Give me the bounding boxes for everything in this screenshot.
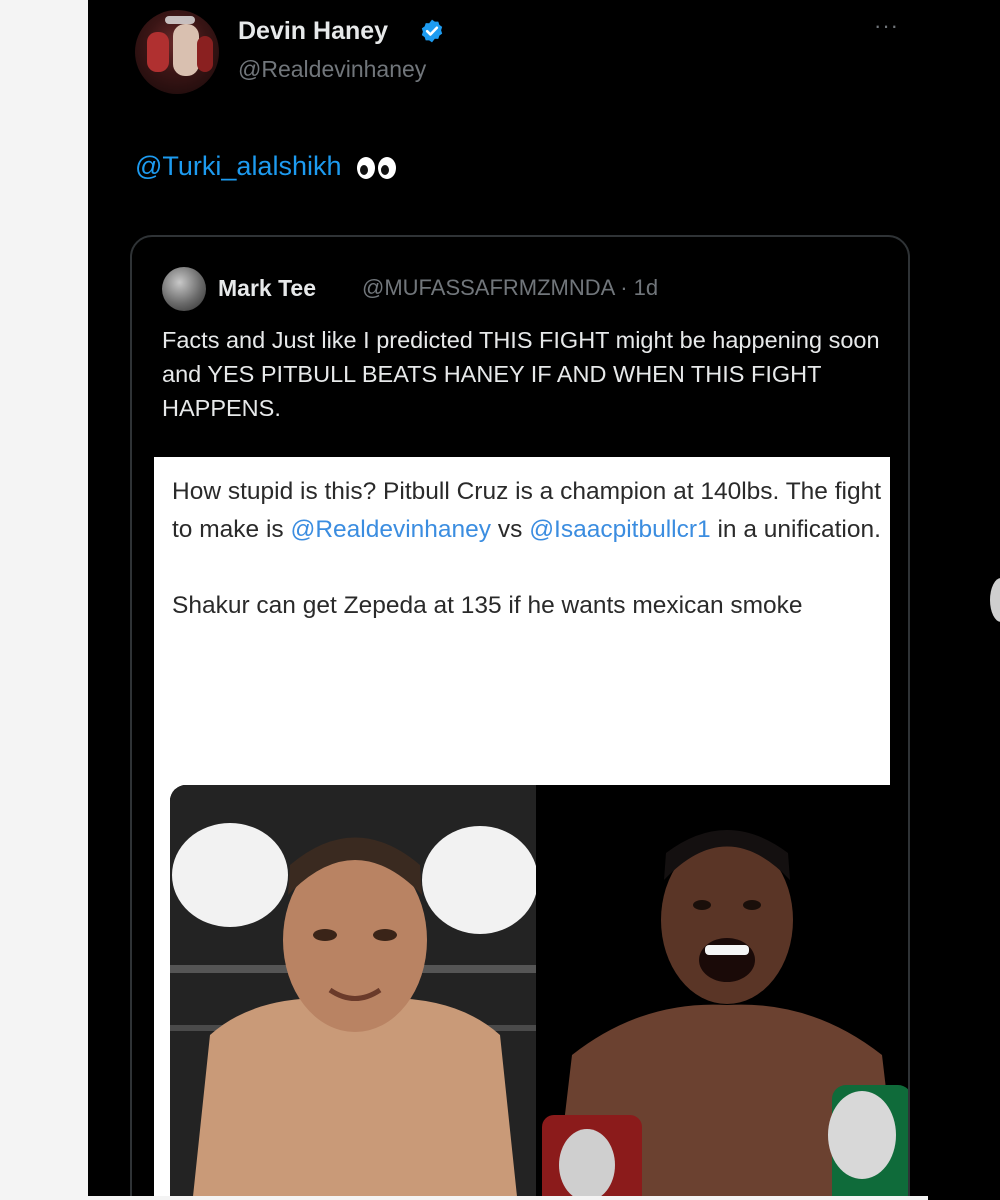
author-display-name[interactable]: Devin Haney	[238, 16, 388, 46]
more-options-icon[interactable]: ···	[874, 15, 910, 37]
photo-boxer-left[interactable]	[170, 785, 536, 1196]
media-photos[interactable]	[170, 785, 908, 1196]
embedded-mention-cruz: @Isaacpitbullcr1	[529, 516, 711, 543]
author-avatar[interactable]	[135, 10, 219, 94]
screenshot-frame: Devin Haney @Realdevinhaney ··· @Turki_a…	[0, 0, 1000, 1200]
scroll-edge	[928, 0, 1000, 1200]
embedded-text-part: vs	[491, 516, 530, 543]
mention-link[interactable]: @Turki_alalshikh	[135, 151, 341, 181]
quoted-tweet-text: Facts and Just like I predicted THIS FIG…	[162, 327, 880, 421]
quoted-tweet[interactable]: Mark Tee @MUFASSAFRMZMNDA · 1d Facts and…	[130, 235, 910, 1196]
embedded-paragraph-2: Shakur can get Zepeda at 135 if he wants…	[172, 592, 803, 619]
embedded-mention-haney: @Realdevinhaney	[290, 516, 492, 543]
quoted-author-name: Mark Tee	[218, 275, 317, 301]
eyes-emoji-icon	[357, 156, 396, 179]
tweet-card: Devin Haney @Realdevinhaney ··· @Turki_a…	[88, 0, 928, 1196]
verified-badge-icon	[421, 19, 443, 43]
embedded-screenshot: How stupid is this? Pitbull Cruz is a ch…	[154, 457, 908, 1196]
quoted-author-avatar	[162, 267, 206, 311]
tweet-text: @Turki_alalshikh	[135, 148, 399, 184]
edge-handle	[990, 578, 1000, 622]
photo-boxer-right[interactable]	[542, 785, 908, 1196]
quoted-author-handle-time: @MUFASSAFRMZMNDA · 1d	[362, 275, 659, 300]
author-handle[interactable]: @Realdevinhaney	[238, 55, 426, 83]
embedded-post-text: How stupid is this? Pitbull Cruz is a ch…	[172, 473, 892, 663]
embedded-text-part: in a unification.	[710, 516, 881, 543]
